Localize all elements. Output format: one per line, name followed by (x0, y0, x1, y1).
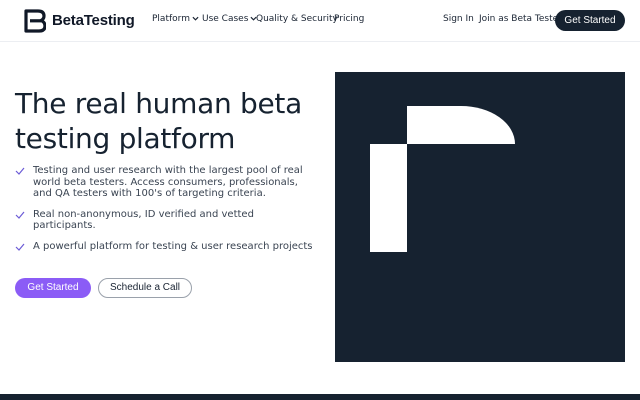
chevron-down-icon (192, 16, 199, 21)
get-started-button[interactable]: Get Started (15, 278, 91, 298)
nav-use-cases[interactable]: Use Cases (202, 14, 257, 24)
footer-band (0, 394, 640, 400)
header-get-started-button[interactable]: Get Started (555, 10, 625, 31)
feature-text: A powerful platform for testing & user r… (33, 240, 313, 252)
nav-sign-in[interactable]: Sign In (443, 14, 474, 24)
nav-use-cases-label: Use Cases (202, 14, 249, 24)
feature-item: A powerful platform for testing & user r… (15, 241, 315, 253)
nav-pricing[interactable]: Pricing (334, 14, 364, 24)
check-icon (15, 243, 25, 251)
nav-quality-security[interactable]: Quality & Security (256, 14, 338, 24)
check-icon (15, 211, 25, 219)
feature-list: Testing and user research with the large… (15, 165, 315, 252)
site-header: BetaTesting Platform Use Cases Quality &… (0, 0, 640, 42)
schedule-call-button[interactable]: Schedule a Call (98, 278, 192, 298)
nav-platform[interactable]: Platform (152, 14, 199, 24)
betatesting-logo-icon[interactable] (24, 9, 46, 33)
brand-mark-shape (370, 106, 515, 252)
feature-item: Real non-anonymous, ID verified and vett… (15, 209, 315, 232)
feature-item: Testing and user research with the large… (15, 165, 315, 200)
nav-join-beta-tester[interactable]: Join as Beta Tester (479, 14, 562, 24)
hero-graphic (335, 72, 625, 362)
feature-text: Real non-anonymous, ID verified and vett… (33, 208, 254, 232)
hero-title: The real human beta testing platform (15, 87, 302, 155)
nav-platform-label: Platform (152, 14, 190, 24)
feature-text: Testing and user research with the large… (33, 165, 303, 199)
check-icon (15, 167, 25, 175)
brand-name[interactable]: BetaTesting (52, 12, 135, 29)
